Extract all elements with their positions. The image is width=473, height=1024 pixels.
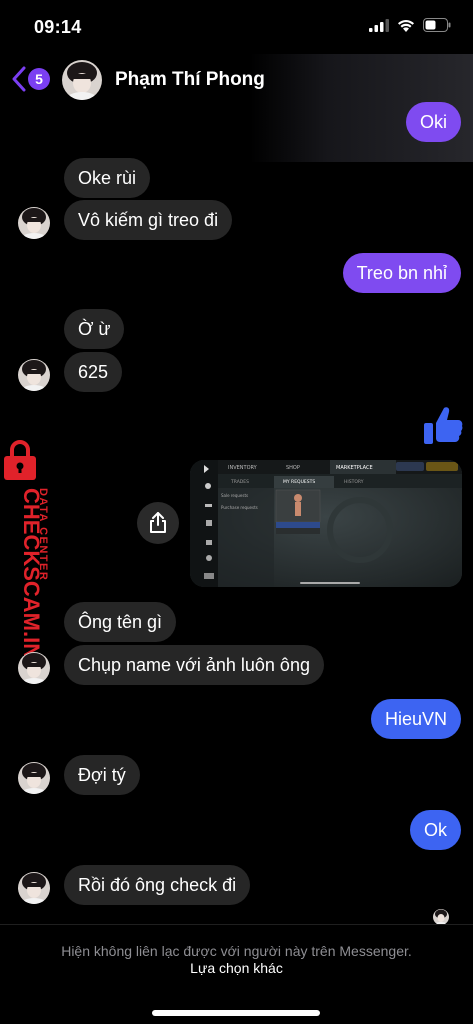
message-outgoing[interactable]: Oki	[406, 102, 461, 142]
screenshot-subtab: HISTORY	[344, 479, 364, 485]
screenshot-tab: MARKETPLACE	[336, 465, 373, 471]
screenshot-menu-item: Purchase requests	[221, 505, 258, 510]
message-outgoing[interactable]: Ok	[409, 810, 461, 850]
contact-name[interactable]: Phạm Thí Phong	[115, 69, 265, 91]
message-incoming[interactable]: Oke rùi	[64, 158, 151, 198]
screenshot-subtab: MY REQUESTS	[283, 479, 315, 485]
back-button[interactable]: 5	[12, 66, 50, 92]
share-icon	[150, 512, 166, 533]
message-incoming[interactable]: Đợi tý	[64, 755, 140, 795]
status-time: 09:14	[34, 17, 82, 37]
message-incoming[interactable]: Rồi đó ông check đi	[64, 865, 251, 905]
screenshot-subtab: TRADES	[230, 479, 249, 485]
sender-avatar	[18, 652, 50, 684]
wifi-icon	[398, 19, 414, 32]
battery-icon	[423, 18, 451, 32]
screenshot-tab: INVENTORY	[228, 465, 258, 471]
status-bar: 09:14	[0, 0, 473, 54]
message-incoming[interactable]: 625	[64, 352, 123, 392]
message-incoming[interactable]: Chụp name với ảnh luôn ông	[64, 645, 324, 685]
watermark: CHECKSCAM.INFO DATA CENTER	[0, 436, 54, 690]
read-receipt-avatar	[433, 909, 449, 925]
home-indicator[interactable]	[152, 1010, 320, 1016]
chat-header: 5 Phạm Thí Phong	[0, 54, 473, 162]
sender-avatar	[18, 762, 50, 794]
message-incoming[interactable]: Ờ ừ	[64, 309, 125, 349]
screenshot-tab: SHOP	[286, 465, 300, 471]
thumbs-up-icon[interactable]	[422, 404, 464, 446]
status-icons	[369, 18, 451, 32]
other-options-link[interactable]: Lựa chọn khác	[0, 960, 473, 976]
sender-avatar	[18, 207, 50, 239]
chevron-left-icon	[12, 66, 26, 92]
sender-avatar	[18, 359, 50, 391]
chat-footer: Hiện không liên lạc được với người này t…	[0, 924, 473, 1024]
share-button[interactable]	[137, 502, 179, 544]
watermark-label: DATA CENTER	[37, 488, 49, 581]
contact-avatar[interactable]	[62, 60, 102, 100]
message-incoming[interactable]: Ông tên gì	[64, 602, 177, 642]
unavailable-notice: Hiện không liên lạc được với người này t…	[61, 943, 412, 959]
message-incoming[interactable]: Vô kiếm gì treo đi	[64, 200, 233, 240]
message-outgoing[interactable]: HieuVN	[370, 699, 461, 739]
image-message[interactable]: INVENTORY SHOP MARKETPLACE TRADES MY REQ…	[190, 460, 462, 587]
cellular-signal-icon	[369, 18, 389, 32]
sender-avatar	[18, 872, 50, 904]
screenshot-menu-item: Sale requests	[221, 493, 248, 498]
unread-badge: 5	[28, 68, 50, 90]
message-outgoing[interactable]: Treo bn nhỉ	[342, 253, 461, 293]
